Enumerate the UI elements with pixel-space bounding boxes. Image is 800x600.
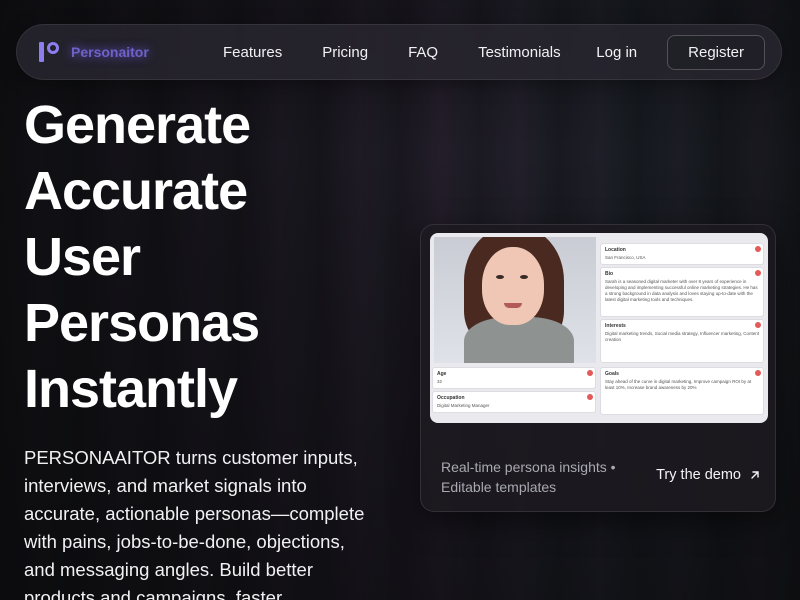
persona-field-age: Age 32 <box>432 367 596 389</box>
logo-icon <box>39 42 61 62</box>
nav-link-faq[interactable]: FAQ <box>408 44 438 61</box>
remove-icon[interactable] <box>587 370 593 376</box>
persona-field-occupation: Occupation Digital Marketing Manager <box>432 391 596 413</box>
demo-footer: Real-time persona insights • Editable te… <box>441 457 761 497</box>
remove-icon[interactable] <box>755 270 761 276</box>
persona-field-location: Location San Francisco, USA <box>600 243 764 265</box>
persona-photo <box>434 237 596 363</box>
persona-field-bio: Bio Sarah is a seasoned digital marketer… <box>600 267 764 317</box>
brand-logo[interactable]: Personaitor <box>39 42 199 62</box>
remove-icon[interactable] <box>755 370 761 376</box>
persona-preview[interactable]: Location San Francisco, USA Bio Sarah is… <box>430 233 768 423</box>
top-navigation: Personaitor Features Pricing FAQ Testimo… <box>16 24 782 80</box>
headline-line: Generate <box>24 95 251 155</box>
nav-link-pricing[interactable]: Pricing <box>322 44 368 61</box>
register-button[interactable]: Register <box>667 35 765 70</box>
auth-actions: Log in Register <box>596 35 765 70</box>
remove-icon[interactable] <box>755 246 761 252</box>
headline-line: Instantly <box>24 359 238 419</box>
try-demo-link[interactable]: Try the demo <box>656 467 761 483</box>
headline-line: User <box>24 227 141 287</box>
nav-links: Features Pricing FAQ Testimonials <box>223 44 601 61</box>
hero-description: PERSONAAITOR turns customer inputs, inte… <box>24 447 365 600</box>
arrow-up-right-icon <box>751 471 759 479</box>
nav-link-testimonials[interactable]: Testimonials <box>478 44 561 61</box>
headline-line: Personas <box>24 293 260 353</box>
try-demo-label: Try the demo <box>656 467 741 483</box>
demo-card: Location San Francisco, USA Bio Sarah is… <box>420 224 776 512</box>
demo-meta-text: Real-time persona insights • Editable te… <box>441 459 616 495</box>
login-link[interactable]: Log in <box>596 44 637 61</box>
remove-icon[interactable] <box>755 322 761 328</box>
remove-icon[interactable] <box>587 394 593 400</box>
headline-line: Accurate <box>24 161 248 221</box>
persona-field-interests: Interests Digital marketing trends, Soci… <box>600 319 764 363</box>
hero-headline: Generate Accurate User Personas Instantl… <box>24 92 404 422</box>
nav-link-features[interactable]: Features <box>223 44 282 61</box>
brand-name: Personaitor <box>71 44 149 60</box>
persona-field-goals: Goals Stay ahead of the curve in digital… <box>600 367 764 415</box>
